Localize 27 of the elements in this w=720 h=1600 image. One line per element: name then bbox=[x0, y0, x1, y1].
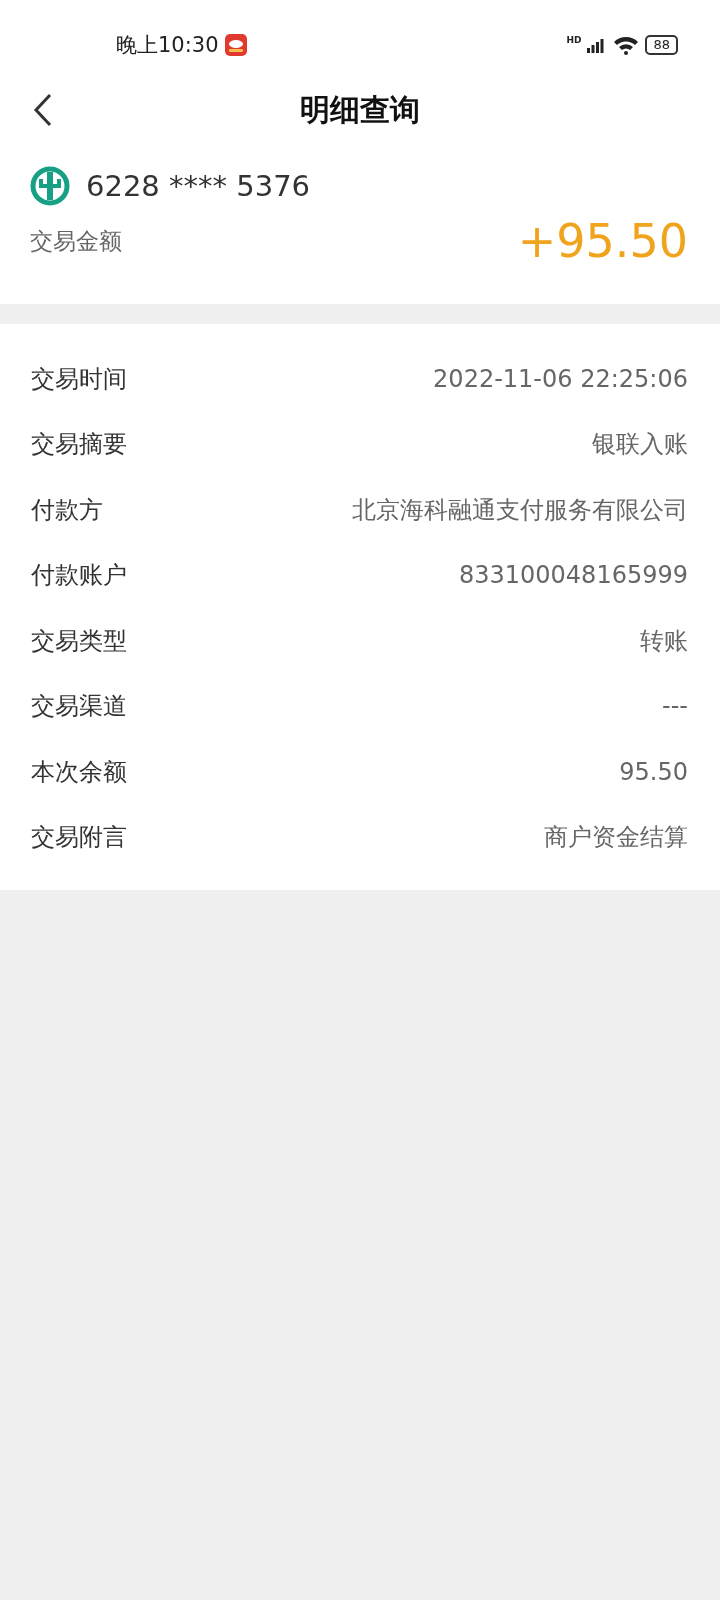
detail-value: 2022-11-06 22:25:06 bbox=[433, 364, 688, 393]
detail-label: 交易时间 bbox=[31, 363, 127, 395]
card-number: 6228 **** 5376 bbox=[86, 169, 311, 203]
amount-value: +95.50 bbox=[517, 214, 688, 268]
detail-value: 北京海科融通支付服务有限公司 bbox=[352, 494, 688, 526]
amount-label: 交易金额 bbox=[30, 226, 122, 256]
app-notification-icon bbox=[224, 34, 247, 56]
detail-label: 交易渠道 bbox=[31, 691, 127, 723]
detail-value: 833100048165999 bbox=[458, 561, 688, 590]
detail-value: 银联入账 bbox=[592, 429, 688, 461]
detail-label: 本次余额 bbox=[31, 756, 127, 788]
detail-value: 95.50 bbox=[619, 757, 688, 786]
detail-value: 转账 bbox=[640, 625, 688, 657]
network-label: HD bbox=[566, 35, 582, 45]
detail-label: 交易附言 bbox=[31, 822, 127, 854]
detail-label: 交易摘要 bbox=[31, 429, 127, 461]
detail-label: 付款账户 bbox=[31, 560, 127, 592]
battery-indicator: 88 bbox=[645, 35, 678, 55]
page-title: 明细查询 bbox=[300, 90, 420, 129]
detail-value: 商户资金结算 bbox=[544, 822, 688, 854]
back-icon[interactable] bbox=[32, 93, 54, 127]
status-time: 晚上10:30 bbox=[116, 32, 219, 59]
detail-value: --- bbox=[662, 692, 688, 721]
bank-logo-icon bbox=[30, 166, 70, 206]
detail-label: 付款方 bbox=[31, 494, 103, 526]
detail-label: 交易类型 bbox=[31, 625, 127, 657]
wifi-icon bbox=[613, 35, 640, 55]
